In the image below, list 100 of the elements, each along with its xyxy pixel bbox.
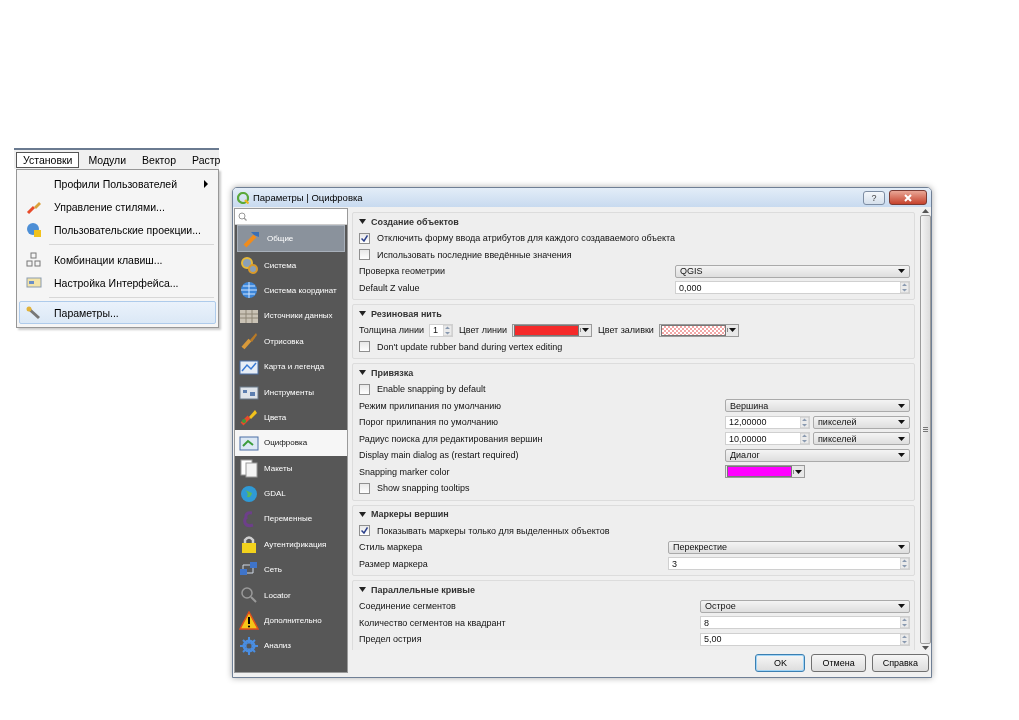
- scroll-up-icon: [921, 209, 929, 213]
- checkbox[interactable]: Использовать последние введённые значения: [359, 246, 910, 263]
- brush-icon: [239, 331, 259, 352]
- number-field[interactable]: 5,00: [700, 632, 910, 646]
- group-title: Резиновая нить: [371, 308, 442, 319]
- dialog-button[interactable]: OK: [755, 654, 806, 672]
- number-field[interactable]: 12,00000: [725, 415, 810, 429]
- dropdown[interactable]: пикселей: [813, 432, 910, 446]
- dropdown-arrow-icon: [582, 328, 590, 333]
- group-title: Привязка: [371, 367, 414, 378]
- sidebar-item[interactable]: Анализ: [235, 633, 347, 659]
- dropdown[interactable]: Вершина: [725, 399, 910, 413]
- collapse-arrow-icon[interactable]: [359, 310, 366, 317]
- number-field[interactable]: 8: [700, 616, 910, 630]
- color-button[interactable]: [725, 465, 805, 479]
- sidebar-item[interactable]: Карта и легенда: [235, 353, 347, 380]
- gear-icon: [239, 635, 259, 656]
- field-label: Проверка геометрии: [359, 266, 446, 277]
- dropdown[interactable]: пикселей: [813, 415, 910, 429]
- checkbox[interactable]: Show snapping tooltips: [359, 480, 910, 497]
- sidebar-item[interactable]: Переменные: [235, 506, 347, 532]
- window-title: Параметры | Оцифровка: [253, 192, 364, 203]
- menu-item[interactable]: Пользовательские проекции...: [19, 218, 216, 241]
- sidebar-item[interactable]: Макеты: [235, 455, 347, 481]
- dropdown[interactable]: Диалог: [725, 448, 910, 462]
- field-label: Стиль маркера: [359, 542, 424, 553]
- color-button[interactable]: [658, 323, 739, 337]
- dropdown-arrow-icon: [898, 545, 905, 550]
- menu-bar-item[interactable]: Вектор: [135, 152, 183, 168]
- sidebar-item[interactable]: Цвета: [235, 404, 347, 431]
- menu-item[interactable]: Комбинации клавиш...: [19, 248, 216, 271]
- checkmark-icon: [361, 234, 368, 242]
- group-title: Параллельные кривые: [371, 584, 475, 595]
- field-label: Предел острия: [359, 634, 423, 645]
- close-button[interactable]: [889, 190, 927, 205]
- sidebar-item[interactable]: Система координат: [235, 277, 347, 304]
- scrollbar-thumb[interactable]: [919, 215, 931, 644]
- collapse-arrow-icon[interactable]: [359, 369, 366, 376]
- field-label: Цвет заливки: [598, 325, 654, 336]
- globe-icon: [26, 221, 42, 238]
- checkbox[interactable]: Показывать маркеры только для выделенных объектов: [359, 522, 910, 539]
- sidebar-item[interactable]: Отрисовка: [235, 328, 347, 354]
- sidebar-item[interactable]: Инструменты: [235, 379, 347, 405]
- dropdown[interactable]: Острое: [700, 599, 910, 613]
- pages-icon: [239, 458, 259, 479]
- dialog-button[interactable]: Отмена: [811, 654, 866, 672]
- field-label: Количество сегментов на квадрант: [359, 617, 507, 628]
- field-label: Радиус поиска для редактирования вершин: [359, 433, 544, 444]
- number-field[interactable]: 1: [429, 323, 454, 337]
- number-field[interactable]: 0,000: [675, 281, 910, 295]
- dropdown[interactable]: Перекрестие: [668, 540, 910, 554]
- sidebar-item[interactable]: Аутентификация: [235, 531, 347, 558]
- field-label: Цвет линии: [459, 325, 508, 336]
- nodes-icon: [26, 251, 42, 268]
- menu-bar-item[interactable]: Установки: [16, 152, 80, 168]
- search-icon: [238, 212, 247, 221]
- search-field[interactable]: [235, 209, 347, 225]
- dropdown[interactable]: QGIS: [675, 264, 910, 278]
- warning-icon: [239, 610, 259, 631]
- sidebar-item[interactable]: Дополнительно: [235, 607, 347, 634]
- dropdown-arrow-icon: [898, 269, 905, 274]
- color-button[interactable]: [512, 323, 593, 337]
- menu-item[interactable]: Параметры...: [19, 301, 216, 324]
- dropdown-arrow-icon: [898, 604, 905, 609]
- sidebar-item[interactable]: Сеть: [235, 557, 347, 583]
- collapse-arrow-icon[interactable]: [359, 586, 366, 593]
- field-label: Default Z value: [359, 282, 421, 293]
- field-label: Порог прилипания по умолчанию: [359, 417, 499, 428]
- field-label: Соединение сегментов: [359, 601, 457, 612]
- sidebar-item[interactable]: Оцифровка: [235, 430, 347, 456]
- menu-bar-item[interactable]: Модули: [81, 152, 134, 168]
- number-field[interactable]: 10,00000: [725, 432, 810, 446]
- spin-arrows-icon: [900, 282, 909, 294]
- menu-item[interactable]: Настройка Интерфейса...: [19, 271, 216, 294]
- group-title: Маркеры вершин: [371, 509, 449, 519]
- collapse-arrow-icon[interactable]: [359, 218, 366, 225]
- menu-item[interactable]: Управление стилями...: [19, 195, 216, 218]
- dialog-button[interactable]: Справка: [871, 654, 929, 672]
- checkbox[interactable]: Enable snapping by default: [359, 381, 910, 398]
- dropdown-arrow-icon: [795, 469, 802, 474]
- sidebar-item[interactable]: Locator: [235, 582, 347, 608]
- sidebar-item[interactable]: Система: [235, 252, 347, 278]
- sidebar-item[interactable]: GDAL: [235, 480, 347, 507]
- collapse-arrow-icon[interactable]: [359, 510, 366, 518]
- number-field[interactable]: 3: [668, 557, 910, 571]
- checkbox[interactable]: Don't update rubber band during vertex editing: [359, 338, 910, 355]
- dropdown-arrow-icon: [898, 453, 905, 458]
- spin-arrows-icon: [900, 633, 909, 645]
- grip-icon: [922, 427, 928, 432]
- gear-icon: [239, 255, 259, 276]
- field-label: Размер маркера: [359, 558, 429, 569]
- sidebar-item[interactable]: Источники данных: [235, 303, 347, 329]
- menu-bar-item[interactable]: Растр: [185, 152, 228, 168]
- dropdown-arrow-icon: [898, 436, 905, 441]
- spin-arrows-icon: [900, 617, 909, 629]
- checkbox[interactable]: Отключить форму ввода атрибутов для каждого создаваемого объекта: [359, 230, 910, 247]
- globe-icon: [239, 280, 259, 301]
- help-button[interactable]: ?: [863, 190, 885, 205]
- menu-item[interactable]: Профили Пользователей: [19, 172, 216, 195]
- padlock-icon: [239, 534, 259, 555]
